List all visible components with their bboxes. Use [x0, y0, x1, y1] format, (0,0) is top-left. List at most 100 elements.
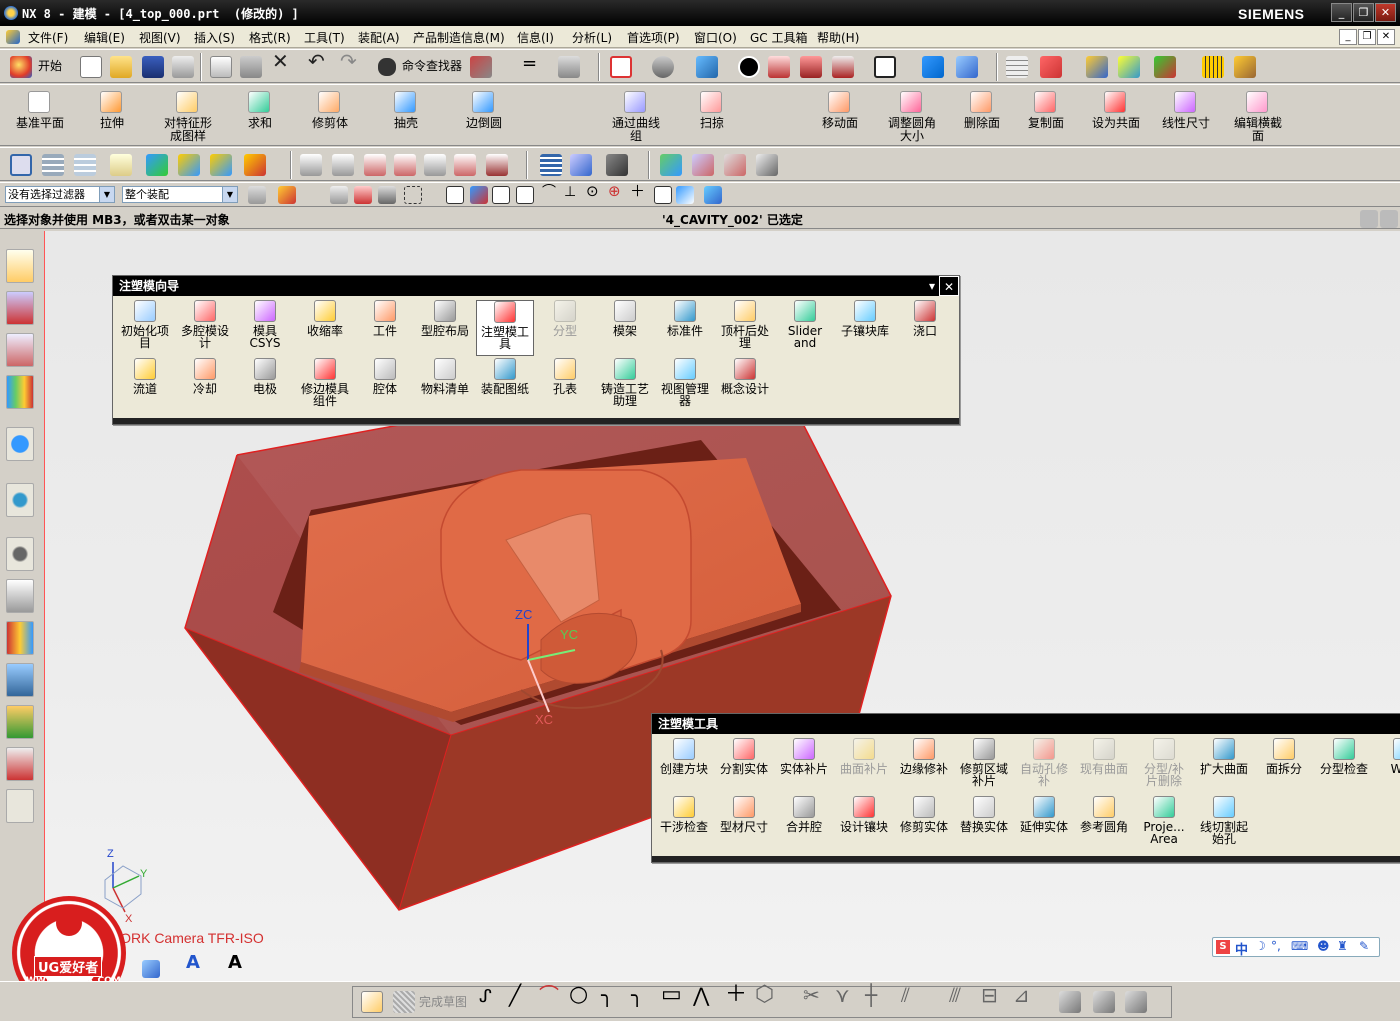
menu-information[interactable]: 信息(I)	[517, 29, 554, 46]
layer-icon[interactable]	[1006, 56, 1028, 78]
equals-icon[interactable]: =	[522, 55, 537, 73]
mw-concept-design-button[interactable]: 概念设计	[716, 358, 774, 395]
feature-button-label[interactable]: 抽壳	[378, 117, 434, 130]
type-filter-select[interactable]: 没有选择过滤器 ▼	[5, 186, 115, 203]
process-studio-tab[interactable]	[6, 621, 34, 655]
selection-scope-select[interactable]: 整个装配 ▼	[122, 186, 238, 203]
mt-split-solid-button[interactable]: 分割实体	[715, 738, 773, 775]
constraint-icon[interactable]	[178, 154, 200, 176]
feature-button-label[interactable]: 移动面	[812, 117, 868, 130]
select-edge-icon[interactable]	[330, 186, 348, 204]
finish-sketch-icon[interactable]	[393, 991, 415, 1013]
trim-icon[interactable]: ✂	[803, 985, 820, 1005]
manufacturing-wizard-tab[interactable]	[6, 663, 34, 697]
make-coplanar-icon[interactable]	[1104, 91, 1126, 113]
orient-view-icon[interactable]	[696, 56, 718, 78]
mw-mold-csys-button[interactable]: 模具 CSYS	[236, 300, 294, 349]
assembly-icon[interactable]	[146, 154, 168, 176]
start-menu-button[interactable]: 开始	[38, 60, 62, 73]
surface-6-icon[interactable]	[454, 154, 476, 176]
app-menu-icon[interactable]	[6, 30, 20, 44]
surface-2-icon[interactable]	[332, 154, 354, 176]
mw-casting-assistant-button[interactable]: 铸造工艺 助理	[596, 358, 654, 407]
extrude-icon[interactable]	[100, 91, 122, 113]
snap-center-icon[interactable]: ⊙	[586, 184, 599, 199]
fit-view-icon[interactable]	[610, 56, 632, 78]
feature-button-label[interactable]: 设为共面	[1088, 117, 1144, 130]
resize-blend-icon[interactable]	[900, 91, 922, 113]
mt-auto-hole-patch-button[interactable]: 自动孔修 补	[1015, 738, 1073, 787]
snap-line-icon[interactable]	[492, 186, 510, 204]
mt-trim-region-patch-button[interactable]: 修剪区域 补片	[955, 738, 1013, 787]
menu-window[interactable]: 窗口(O)	[694, 29, 737, 46]
menu-view[interactable]: 视图(V)	[139, 29, 181, 46]
background-icon[interactable]	[874, 56, 896, 78]
chamfer-icon[interactable]: ╮	[631, 985, 643, 1005]
line-icon[interactable]: ╱	[509, 985, 521, 1005]
snap-tangent-icon[interactable]	[654, 186, 672, 204]
feature-button-label[interactable]: 边倒圆	[456, 117, 512, 130]
mw-init-project-button[interactable]: 初始化项 目	[116, 300, 174, 349]
point-icon[interactable]: ＋	[725, 984, 747, 1006]
rectangle-select-icon[interactable]	[404, 186, 422, 204]
feature-button-label[interactable]: 通过曲线 组	[608, 117, 664, 143]
infer-icon[interactable]	[1125, 991, 1147, 1013]
feature-button-label[interactable]: 拉伸	[84, 117, 140, 130]
snap-perp-icon[interactable]: ⊥	[564, 185, 576, 199]
mt-wire-start-hole-button[interactable]: 线切割起 始孔	[1195, 796, 1253, 845]
constraint-navigator-tab[interactable]	[6, 291, 34, 325]
polyline-icon[interactable]: ⋀	[693, 985, 709, 1005]
mw-view-manager-button[interactable]: 视图管理 器	[656, 358, 714, 407]
ruler-icon[interactable]	[1202, 56, 1224, 78]
dimension-icon[interactable]: ⊿	[1013, 985, 1030, 1005]
mw-standard-part-button[interactable]: 标准件	[656, 300, 714, 337]
circle-icon[interactable]: ○	[569, 984, 588, 1006]
snap-angle-icon[interactable]	[516, 186, 534, 204]
relations-icon[interactable]	[1059, 991, 1081, 1013]
polygon-icon[interactable]: ⬡	[755, 984, 774, 1006]
part-navigator-tab[interactable]	[6, 333, 34, 367]
menu-format[interactable]: 格式(R)	[249, 29, 291, 46]
move-icon[interactable]	[956, 56, 978, 78]
snap-box-icon[interactable]	[704, 186, 722, 204]
mt-project-area-button[interactable]: Proje... Area	[1135, 796, 1193, 845]
component-icon[interactable]	[210, 154, 232, 176]
label-icon[interactable]	[110, 154, 132, 176]
user-icon[interactable]: ☻	[1317, 939, 1330, 953]
doc-minimize-button[interactable]: _	[1339, 29, 1357, 45]
grid-icon[interactable]	[142, 960, 160, 978]
mw-family-mold-button[interactable]: 多腔模设 计	[176, 300, 234, 349]
minimize-button[interactable]: _	[1331, 3, 1352, 22]
surface-3-icon[interactable]	[364, 154, 386, 176]
menu-gc-toolbox[interactable]: GC 工具箱	[750, 29, 808, 46]
linear-dimension-icon[interactable]	[1174, 91, 1196, 113]
menu-help[interactable]: 帮助(H)	[817, 29, 859, 46]
menu-tools[interactable]: 工具(T)	[304, 29, 345, 46]
moon-icon[interactable]: ☽	[1255, 939, 1266, 953]
mw-cooling-button[interactable]: 冷却	[176, 358, 234, 395]
roles-tab[interactable]	[6, 705, 34, 739]
mw-bom-button[interactable]: 物料清单	[416, 358, 474, 395]
auto-constrain-icon[interactable]	[1093, 991, 1115, 1013]
constraint-icon[interactable]: ⊟	[981, 985, 998, 1005]
mt-extend-solid-button[interactable]: 延伸实体	[1015, 796, 1073, 833]
mw-workpiece-button[interactable]: 工件	[356, 300, 414, 337]
filter-icon[interactable]	[248, 186, 266, 204]
feature-button-label[interactable]: 扫掠	[684, 117, 740, 130]
trim-body-icon[interactable]	[318, 91, 340, 113]
copy-face-icon[interactable]	[1034, 91, 1056, 113]
feature-button-label[interactable]: 线性尺寸	[1158, 117, 1214, 130]
csys-icon[interactable]	[1040, 56, 1062, 78]
check-icon[interactable]	[660, 154, 682, 176]
mw-trim-component-button[interactable]: 修边模具 组件	[296, 358, 354, 407]
surface-1-icon[interactable]	[300, 154, 322, 176]
mw-shrinkage-button[interactable]: 收缩率	[296, 300, 354, 337]
mw-mold-base-button[interactable]: 模架	[596, 300, 654, 337]
mw-ejector-pin-button[interactable]: 顶杆后处 理	[716, 300, 774, 349]
table-icon[interactable]	[540, 154, 562, 176]
assembly-navigator-tab[interactable]	[6, 249, 34, 283]
menu-file[interactable]: 文件(F)	[28, 29, 68, 46]
mt-delete-patch-button[interactable]: 分型/补 片删除	[1135, 738, 1193, 787]
pattern-feature-icon[interactable]	[176, 91, 198, 113]
extend-icon[interactable]: ⋎	[835, 985, 850, 1005]
